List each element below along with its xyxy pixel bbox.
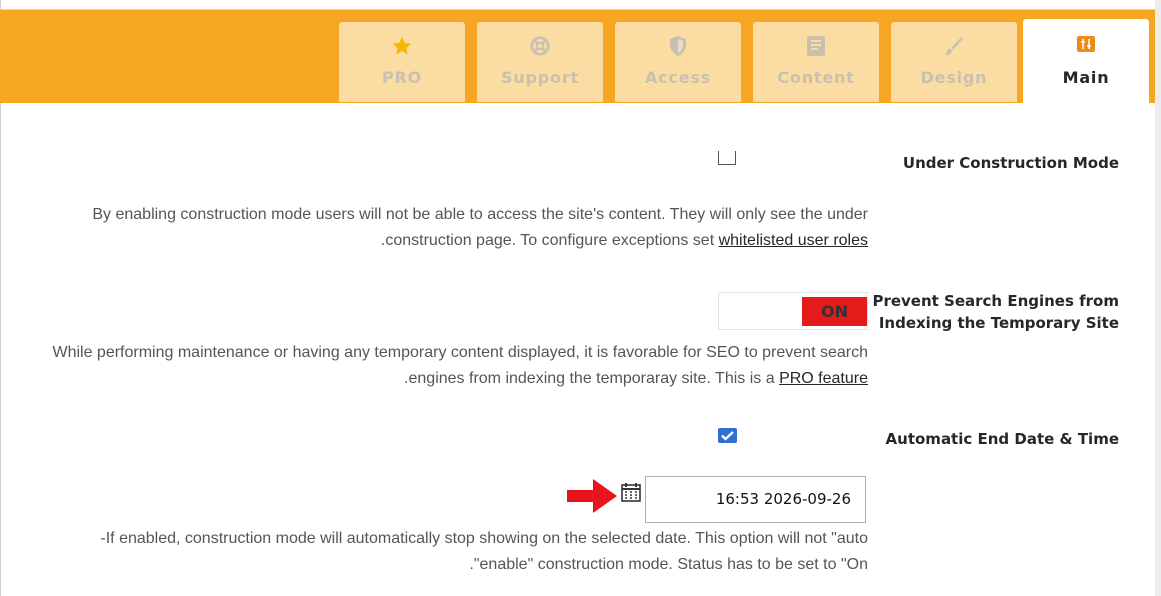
description-line: If enabled, construction mode will autom… [100,530,868,547]
construction-mode-checkbox[interactable] [718,151,736,165]
search-engines-title: Prevent Search Engines from Indexing the… [872,290,1119,334]
description-line: By enabling construction mode users will… [92,206,868,223]
description-line: engines from indexing the temporaray sit… [52,366,868,392]
description-text: engines from indexing the temporaray sit… [408,370,780,387]
tab-label: Content [777,68,855,87]
end-date-title: Automatic End Date & Time [885,430,1119,448]
description-line: While performing maintenance or having a… [52,344,868,361]
red-arrow-icon [567,479,617,518]
document-icon [753,35,879,57]
search-engines-description: While performing maintenance or having a… [52,340,868,392]
star-icon [339,35,465,57]
whitelisted-user-roles-link[interactable]: whitelisted user roles [719,232,868,249]
end-date-description: If enabled, construction mode will autom… [100,526,868,578]
tab-main[interactable]: Main [1023,19,1149,103]
pro-feature-link[interactable]: PRO feature [779,370,868,387]
title-line: Prevent Search Engines from [872,292,1119,310]
tab-label: Access [644,68,712,87]
tab-label: PRO [381,68,423,87]
shield-icon [615,35,741,57]
end-date-checkbox[interactable] [718,428,737,443]
checkmark-icon [721,431,734,441]
end-date-input[interactable]: 16:53 2026-09-26 [645,476,866,523]
calendar-icon[interactable] [621,482,641,507]
brush-icon [891,35,1017,57]
tab-access[interactable]: Access [615,22,741,102]
description-line: construction page. To configure exceptio… [92,228,868,254]
description-text: construction page. To configure exceptio… [385,232,719,249]
right-scroll-edge [1155,0,1161,596]
sliders-icon [1023,35,1149,57]
tab-label: Main [1062,68,1110,87]
tab-content[interactable]: Content [753,22,879,102]
construction-mode-title: Under Construction Mode [902,154,1119,172]
description-line: enable" construction mode. Status has to… [469,556,868,573]
lifebuoy-icon [477,35,603,57]
tab-design[interactable]: Design [891,22,1017,102]
search-engines-toggle[interactable]: ON [718,292,868,330]
toggle-on-label: ON [802,297,867,326]
tab-label: Support [501,68,579,87]
construction-mode-description: By enabling construction mode users will… [92,202,868,254]
tab-support[interactable]: Support [477,22,603,102]
tab-label: Design [920,68,988,87]
tab-pro[interactable]: PRO [339,22,465,102]
title-line: Indexing the Temporary Site [878,314,1119,332]
